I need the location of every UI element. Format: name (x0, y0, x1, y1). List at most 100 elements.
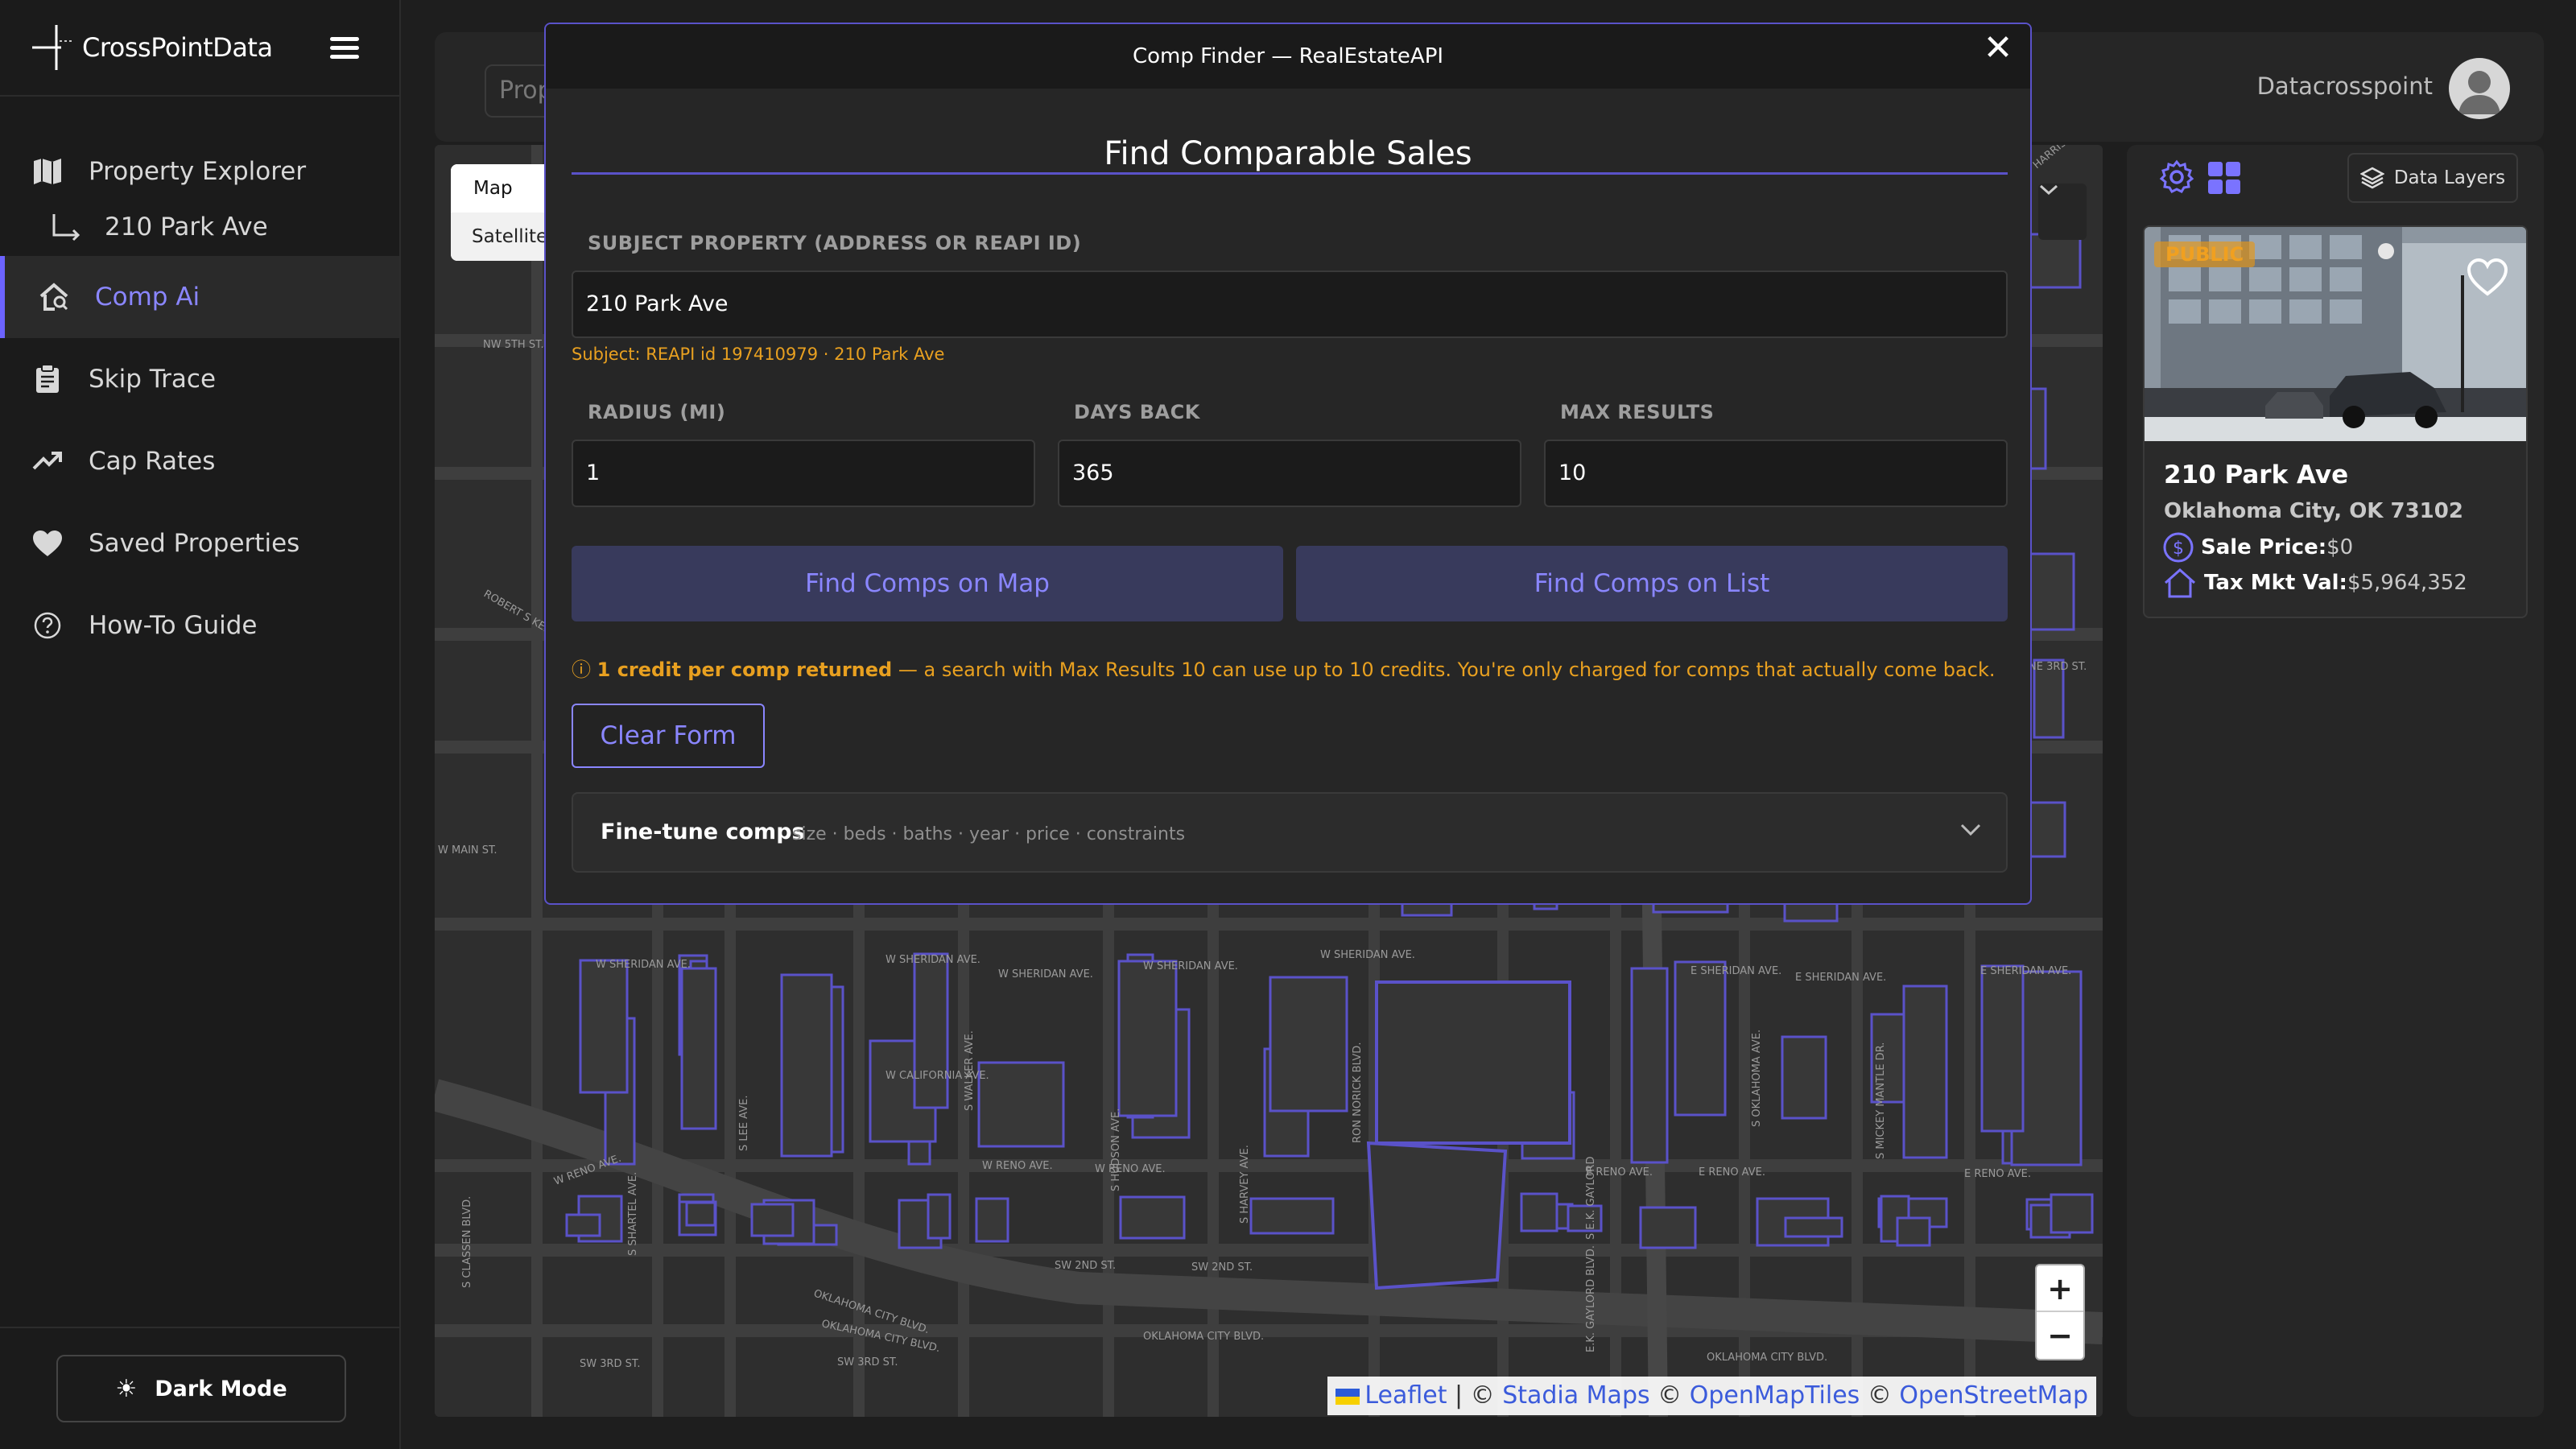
clear-form-button[interactable]: Clear Form (572, 704, 765, 768)
attribution-separator: | © (1447, 1381, 1503, 1410)
street-label: E SHERIDAN AVE. (1980, 965, 2071, 977)
street-label: S LEE AVE. (738, 1096, 750, 1152)
street-label: S HUDSON AVE. (1110, 1108, 1122, 1191)
sidebar-item-saved-properties[interactable]: Saved Properties (0, 502, 399, 584)
subject-property-input[interactable]: 210 Park Ave (572, 270, 2008, 338)
find-comps-map-button[interactable]: Find Comps on Map (572, 546, 1283, 621)
status-badge: PUBLIC (2154, 242, 2256, 267)
parcel (1630, 967, 1669, 1164)
street-label: E.K. GAYLORD BLVD. (1585, 1245, 1597, 1352)
parcel (975, 1197, 1009, 1243)
street-label: S WALKER AVE. (964, 1030, 976, 1111)
right-panel: Data Layers PUBLIC 210 Park Ave Oklahoma… (2127, 145, 2544, 1417)
parcel (977, 1061, 1065, 1148)
street-label: E RENO AVE. (1964, 1168, 2031, 1180)
crosspoint-logo-icon (32, 25, 74, 70)
divider (0, 1327, 399, 1328)
zoom-out-button[interactable]: − (2037, 1312, 2083, 1359)
openmaptiles-link[interactable]: OpenMapTiles (1690, 1381, 1860, 1410)
svg-text:$: $ (2173, 539, 2184, 559)
data-layers-button[interactable]: Data Layers (2347, 153, 2518, 203)
dollar-icon: $ (2163, 532, 2194, 563)
gear-icon[interactable] (2159, 159, 2194, 195)
radius-label: RADIUS (MI) (588, 401, 726, 423)
street-label: W RENO AVE. (982, 1160, 1053, 1172)
street-label: W SHERIDAN AVE. (596, 959, 691, 971)
comp-finder-modal: Comp Finder — RealEstateAPI ✕ Find Compa… (544, 23, 2032, 905)
leaflet-link[interactable]: Leaflet (1364, 1381, 1447, 1410)
brand[interactable]: CrossPointData (0, 0, 399, 97)
sale-price-row: $ Sale Price: $0 (2162, 531, 2353, 564)
find-comps-list-button[interactable]: Find Comps on List (1296, 546, 2008, 621)
parcel (1119, 1195, 1186, 1240)
map-icon (31, 155, 64, 188)
sidebar-item-label: Skip Trace (89, 365, 217, 394)
property-photo: PUBLIC (2145, 227, 2526, 441)
max-results-input[interactable]: 10 (1544, 440, 2008, 507)
avatar[interactable] (2449, 58, 2510, 119)
street-label: W SHERIDAN AVE. (886, 954, 980, 966)
street-label: SW 3RD ST. (837, 1356, 898, 1368)
parcel (1117, 960, 1178, 1117)
attribution-separator: © (1649, 1381, 1690, 1410)
property-card[interactable]: PUBLIC 210 Park Ave Oklahoma City, OK 73… (2143, 225, 2528, 618)
stadia-link[interactable]: Stadia Maps (1502, 1381, 1649, 1410)
close-icon[interactable]: ✕ (1980, 31, 2016, 66)
parcel (1269, 976, 1348, 1113)
modal-window-title: Comp Finder — RealEstateAPI (1132, 44, 1444, 68)
map-dropdown-toggle[interactable] (2038, 184, 2087, 240)
map-attribution: Leaflet | © Stadia Maps © OpenMapTiles ©… (1327, 1377, 2096, 1415)
hamburger-menu-icon[interactable] (330, 37, 359, 60)
brand-name: CrossPointData (82, 32, 273, 63)
street-label: SW 3RD ST. (580, 1358, 640, 1370)
sidebar-item-how-to-guide[interactable]: How-To Guide (0, 584, 399, 667)
street-label: SW 2ND ST. (1191, 1261, 1253, 1274)
days-back-input[interactable]: 365 (1058, 440, 1521, 507)
street-label: S E.K. GAYLORD (1585, 1157, 1597, 1240)
grid-view-icon[interactable] (2207, 161, 2241, 195)
parcel (2050, 1193, 2094, 1234)
ukraine-flag-icon (1335, 1388, 1360, 1405)
attribution-separator: © (1860, 1381, 1900, 1410)
street-label: E SHERIDAN AVE. (1795, 972, 1886, 984)
parcel (1639, 1206, 1697, 1249)
credit-note-text: — a search with Max Results 10 can use u… (892, 658, 1996, 681)
dark-mode-button[interactable]: ☀ Dark Mode (56, 1355, 346, 1422)
credit-note: ⓘ 1 credit per comp returned — a search … (572, 654, 1995, 682)
tax-value-value: $5,964,352 (2347, 571, 2467, 595)
arena-parcel (1366, 1141, 1508, 1290)
favorite-heart-icon[interactable] (2467, 258, 2508, 296)
sidebar-item-cap-rates[interactable]: Cap Rates (0, 420, 399, 502)
zoom-in-button[interactable]: + (2037, 1265, 2083, 1312)
sidebar-item-skip-trace[interactable]: Skip Trace (0, 338, 399, 420)
parcel (1520, 1192, 1558, 1232)
parcel (1674, 960, 1727, 1117)
parcel (1781, 1035, 1827, 1120)
street-label: OKLAHOMA CITY BLVD. (1143, 1331, 1264, 1343)
fine-tune-accordion[interactable]: Fine-tune comps size · beds · baths · ye… (572, 792, 2008, 873)
fine-tune-subtitle: size · beds · baths · year · price · con… (792, 824, 1186, 844)
street-label: W SHERIDAN AVE. (998, 968, 1093, 980)
parcel (1896, 1216, 1931, 1247)
parcel (913, 952, 949, 1109)
sidebar-item-comp-ai[interactable]: Comp Ai (0, 256, 399, 338)
sidebar-item-property-explorer[interactable]: Property Explorer (0, 145, 399, 198)
house-icon (2165, 568, 2195, 598)
divider (572, 172, 2008, 175)
sidebar-item-210-park-ave[interactable]: 210 Park Ave (0, 198, 399, 256)
dark-mode-label: Dark Mode (155, 1376, 287, 1402)
home-search-icon (37, 280, 71, 314)
sidebar-item-label: 210 Park Ave (105, 213, 268, 242)
layers-icon (2359, 167, 2384, 189)
subject-note: Subject: REAPI id 197410979 · 210 Park A… (572, 345, 945, 364)
data-layers-label: Data Layers (2393, 167, 2506, 188)
openstreetmap-link[interactable]: OpenStreetMap (1899, 1381, 2088, 1410)
sidebar-item-label: Comp Ai (95, 283, 200, 312)
tax-value-row: Tax Mkt Val: $5,964,352 (2162, 567, 2467, 599)
sidebar-nav: Property Explorer 210 Park Ave Comp Ai S… (0, 145, 399, 667)
radius-input[interactable]: 1 (572, 440, 1035, 507)
street-label: W MAIN ST. (438, 844, 497, 857)
street-label: W SHERIDAN AVE. (1320, 949, 1415, 961)
max-results-label: MAX RESULTS (1560, 401, 1715, 423)
parcel (1784, 1216, 1843, 1238)
